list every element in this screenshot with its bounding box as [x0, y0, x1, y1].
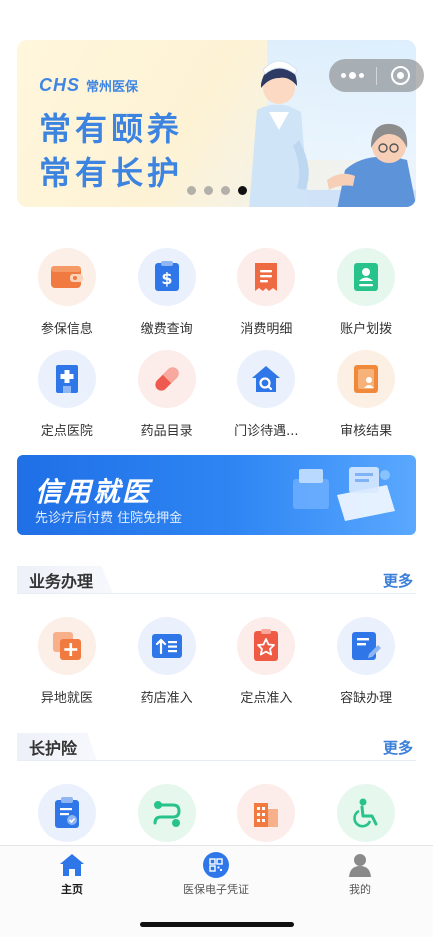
grid-item-ltc-4[interactable]	[316, 784, 416, 842]
wallet-icon	[37, 248, 96, 306]
grid-item-ltc-3[interactable]	[217, 784, 317, 842]
close-miniprogram-button[interactable]	[377, 59, 424, 92]
building-icon	[237, 784, 296, 842]
section-header-business: 业务办理 更多	[17, 566, 416, 594]
wheelchair-icon	[337, 784, 396, 842]
grid-item-consumption-detail[interactable]: 消费明细	[217, 248, 317, 337]
grid-item-ltc-2[interactable]	[117, 784, 217, 842]
grid-item-payment-query[interactable]: $ 缴费查询	[117, 248, 217, 337]
carousel-indicator	[187, 186, 247, 195]
grid-item-label: 定点医院	[40, 424, 93, 439]
section-tab: 长护险	[17, 733, 98, 761]
grid-item-label: 消费明细	[240, 322, 293, 337]
grid-item-label: 药品目录	[140, 424, 193, 439]
banner-logo: CHS 常州医保	[39, 75, 138, 96]
section-header-ltc: 长护险 更多	[17, 733, 416, 761]
section-title: 业务办理	[29, 572, 94, 591]
account-card-icon	[337, 248, 396, 306]
nurse-illustration	[249, 60, 309, 207]
grid-item-review-result[interactable]: 审核结果	[316, 350, 416, 439]
service-grid-row1: 参保信息 $ 缴费查询 消费明细 账户划拨	[17, 248, 416, 337]
grid-item-remote-medical[interactable]: 异地就医	[17, 617, 117, 706]
grid-item-ltc-1[interactable]	[17, 784, 117, 842]
receipt-icon	[237, 248, 296, 306]
pill-icon	[137, 350, 196, 408]
tab-medical-ecard[interactable]: 医保电子凭证	[156, 852, 276, 897]
tab-home[interactable]: 主页	[12, 852, 132, 897]
tab-me-label: 我的	[349, 883, 371, 896]
credit-banner-subtitle: 先诊疗后付费 住院免押金	[35, 511, 183, 526]
qr-code-icon	[203, 852, 229, 878]
grid-item-label: 门诊待遇...	[234, 424, 299, 439]
grid-item-label: 容缺办理	[340, 691, 393, 706]
section-divider	[17, 760, 416, 761]
section-title: 长护险	[29, 739, 78, 758]
banner-slogan-line2: 常有长护	[39, 154, 184, 192]
dot-icon	[341, 73, 346, 78]
chs-logo-text: 常州医保	[86, 80, 139, 95]
route-icon	[137, 784, 196, 842]
more-link[interactable]: 更多	[383, 570, 413, 591]
carousel-dot-active[interactable]	[238, 186, 247, 195]
dot-icon	[359, 73, 364, 78]
hospital-icon	[37, 350, 96, 408]
clipboard-check-icon	[37, 784, 96, 842]
target-close-icon	[391, 66, 410, 85]
grid-item-label: 参保信息	[40, 322, 93, 337]
document-person-icon	[337, 350, 396, 408]
grid-item-drug-catalog[interactable]: 药品目录	[117, 350, 217, 439]
credit-banner-illustration	[293, 467, 395, 521]
person-icon	[349, 854, 371, 877]
tab-medical-ecard-label: 医保电子凭证	[183, 883, 249, 896]
grid-item-designated-access[interactable]: 定点准入	[217, 617, 317, 706]
credit-banner-title: 信用就医	[35, 477, 151, 508]
grid-item-designated-hospital[interactable]: 定点医院	[17, 350, 117, 439]
grid-item-label: 定点准入	[240, 691, 293, 706]
service-grid-row2: 定点医院 药品目录 门诊待遇... 审核结果	[17, 350, 416, 439]
carousel-dot[interactable]	[204, 186, 213, 195]
tab-me[interactable]: 我的	[300, 852, 420, 897]
credit-medical-banner[interactable]: 信用就医 先诊疗后付费 住院免押金	[17, 455, 416, 535]
house-search-icon	[237, 350, 296, 408]
svg-text:$: $	[161, 269, 172, 288]
copy-plus-icon	[37, 617, 96, 675]
dollar-bill-icon: $	[137, 248, 196, 306]
more-link[interactable]: 更多	[383, 737, 413, 758]
chs-logo-mark: CHS	[39, 75, 81, 95]
section-divider	[17, 593, 416, 594]
grid-item-label: 异地就医	[40, 691, 93, 706]
grid-item-outpatient-benefit[interactable]: 门诊待遇...	[217, 350, 317, 439]
ltc-grid	[17, 784, 416, 842]
grid-item-pharmacy-access[interactable]: 药店准入	[117, 617, 217, 706]
business-grid: 异地就医 药店准入 定点准入 容缺办理	[17, 617, 416, 706]
grid-item-account-transfer[interactable]: 账户划拨	[316, 248, 416, 337]
grid-item-label: 药店准入	[140, 691, 193, 706]
edit-document-icon	[337, 617, 396, 675]
grid-item-deficiency-handling[interactable]: 容缺办理	[316, 617, 416, 706]
banner-slogan-line1: 常有颐养	[39, 110, 184, 148]
carousel-dot[interactable]	[187, 186, 196, 195]
home-indicator-bar	[140, 922, 294, 927]
miniprogram-capsule	[329, 59, 424, 92]
dot-icon	[349, 72, 356, 79]
grid-item-label: 审核结果	[340, 424, 393, 439]
grid-item-label: 账户划拨	[340, 322, 393, 337]
section-tab: 业务办理	[17, 566, 114, 594]
patient-illustration	[327, 123, 416, 207]
home-icon	[60, 854, 84, 876]
star-badge-icon	[237, 617, 296, 675]
upload-list-icon	[137, 617, 196, 675]
grid-item-label: 缴费查询	[140, 322, 193, 337]
more-options-button[interactable]	[329, 59, 376, 92]
tab-home-label: 主页	[61, 883, 83, 896]
grid-item-insurance-info[interactable]: 参保信息	[17, 248, 117, 337]
carousel-dot[interactable]	[221, 186, 230, 195]
